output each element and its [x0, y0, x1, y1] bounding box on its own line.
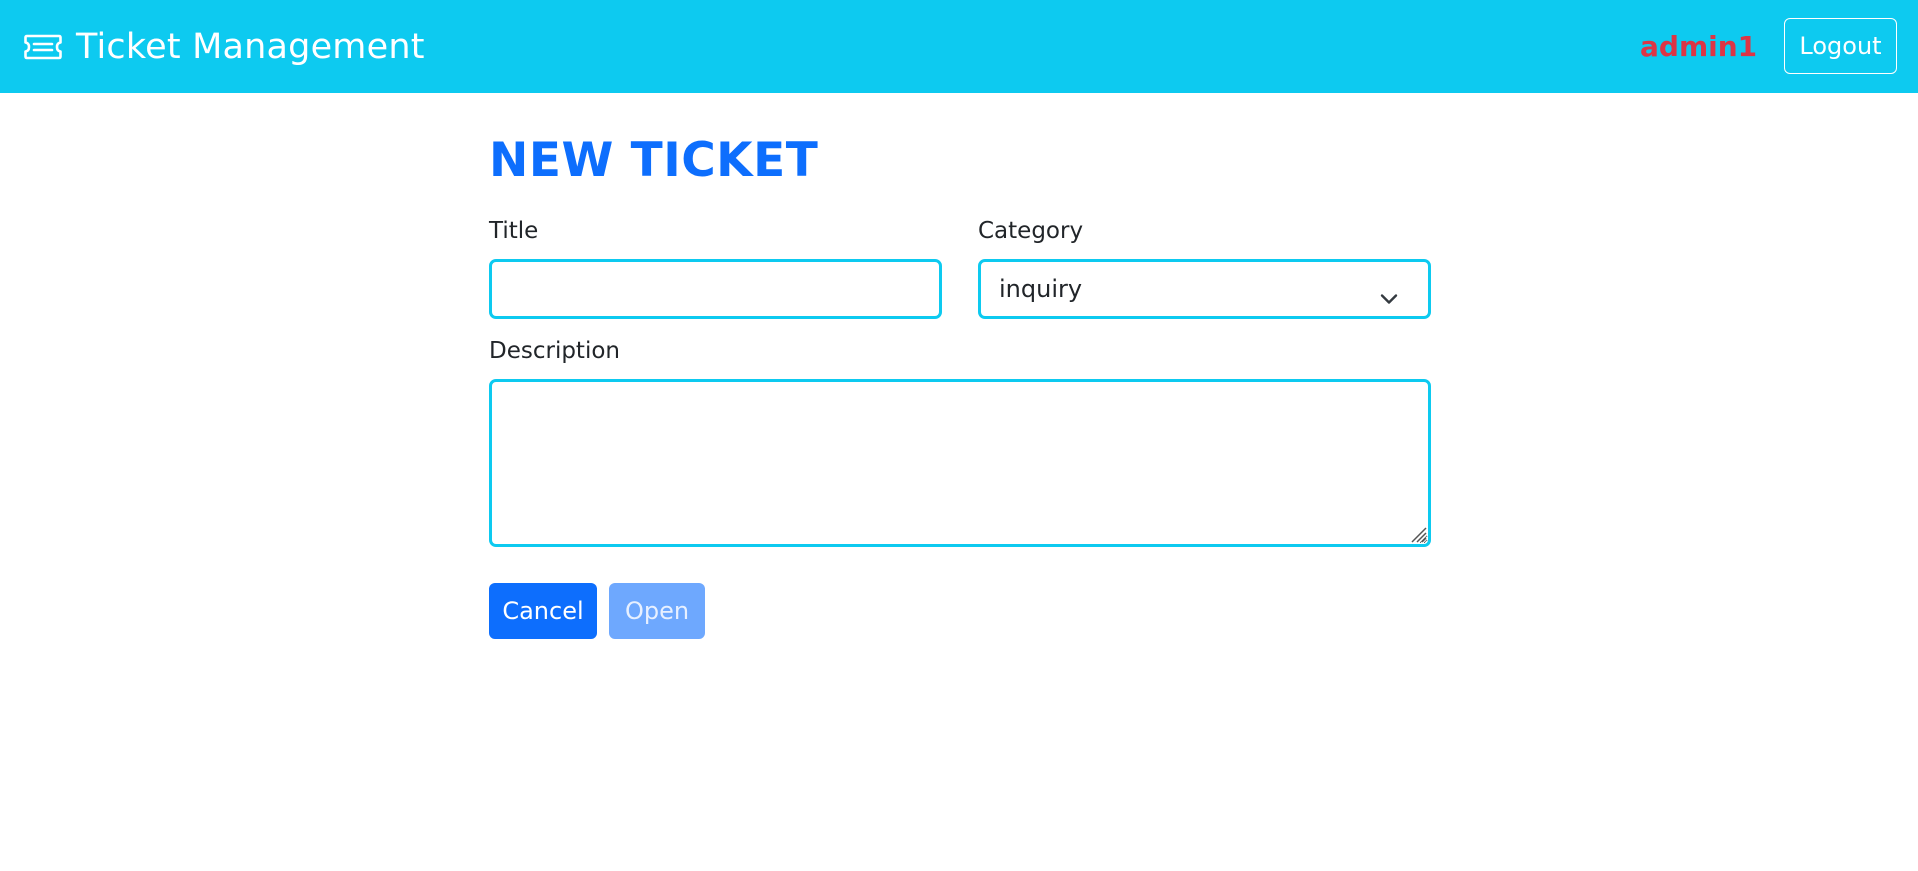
- brand-link[interactable]: Ticket Management: [24, 0, 425, 93]
- cancel-button[interactable]: Cancel: [489, 583, 597, 639]
- open-button[interactable]: Open: [609, 583, 705, 639]
- title-input[interactable]: [489, 259, 942, 319]
- page-title: NEW TICKET: [489, 133, 819, 188]
- current-username: admin1: [1640, 30, 1758, 63]
- category-select[interactable]: inquiry: [978, 259, 1431, 319]
- title-label: Title: [489, 218, 539, 244]
- description-label: Description: [489, 338, 620, 364]
- ticket-icon: [24, 34, 62, 60]
- category-selected-value: inquiry: [999, 275, 1083, 303]
- logout-button[interactable]: Logout: [1784, 18, 1897, 74]
- category-label: Category: [978, 218, 1084, 244]
- description-textarea[interactable]: [489, 379, 1431, 547]
- chevron-down-icon: [1380, 283, 1398, 304]
- resize-grip-icon[interactable]: [1406, 522, 1428, 544]
- description-wrapper: [489, 379, 1431, 547]
- brand-title: Ticket Management: [76, 26, 425, 67]
- top-navbar: Ticket Management admin1 Logout: [0, 0, 1918, 93]
